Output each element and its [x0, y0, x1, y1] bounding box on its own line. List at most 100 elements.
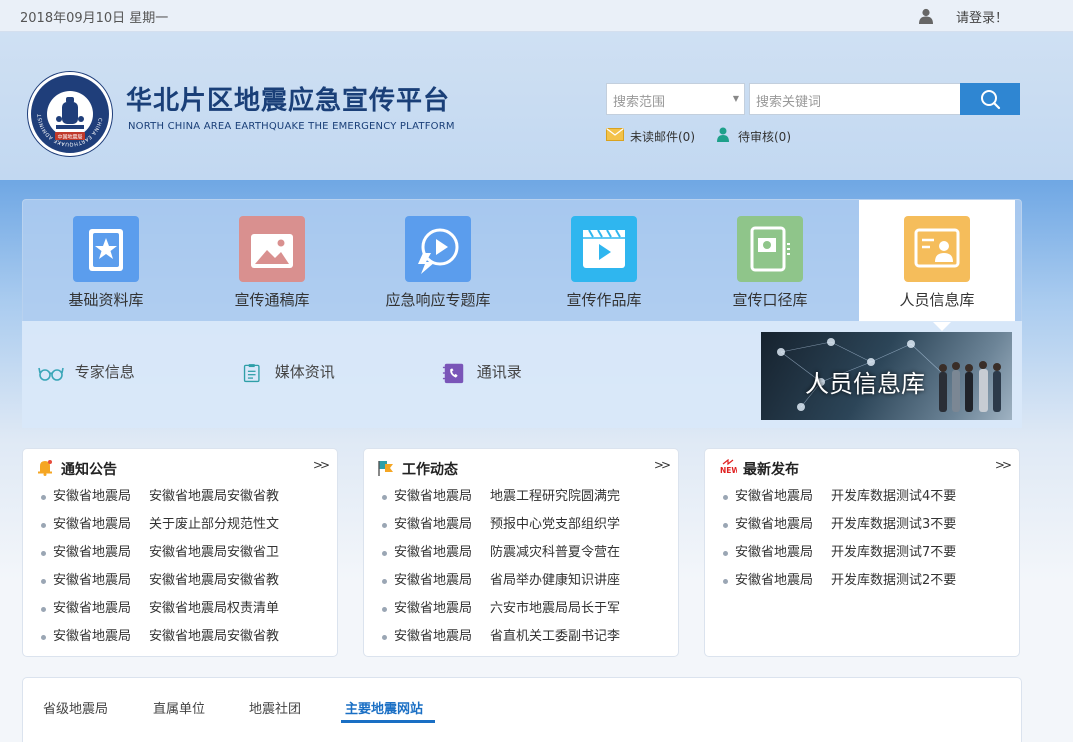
- tab-seismic-societies[interactable]: 地震社团: [249, 698, 301, 717]
- flash-play-icon: [405, 216, 471, 282]
- item-source: 安徽省地震局: [394, 629, 473, 644]
- personnel-banner[interactable]: 人员信息库: [761, 332, 1012, 420]
- item-source: 安徽省地震局: [394, 573, 473, 588]
- item-title: 开发库数据测试4不要: [831, 489, 957, 504]
- item-title: 开发库数据测试7不要: [831, 545, 957, 560]
- banner-title: 人员信息库: [805, 370, 925, 398]
- category-nav: 基础资料库 宣传通稿库 应急响应专题库 宣传作品库 宣传口径库 人员信息库: [22, 199, 1022, 331]
- tab-provincial-bureaus[interactable]: 省级地震局: [43, 698, 108, 717]
- site-title: 华北片区地震应急宣传平台: [126, 86, 451, 116]
- card-title: 工作动态: [402, 462, 458, 478]
- item-title: 安徽省地震局权责清单: [149, 601, 280, 616]
- list-item[interactable]: 安徽省地震局 开发库数据测试3不要: [705, 515, 1019, 543]
- item-source: 安徽省地震局: [735, 545, 814, 560]
- item-source: 安徽省地震局: [53, 629, 132, 644]
- new-badge-text: NEW: [720, 466, 737, 475]
- active-tab-indicator: [341, 720, 435, 723]
- site-subtitle: NORTH CHINA AREA EARTHQUAKE THE EMERGENC…: [128, 121, 455, 132]
- list-item[interactable]: 安徽省地震局 安徽省地震局安徽省教: [23, 487, 337, 515]
- list-item[interactable]: 安徽省地震局 开发库数据测试4不要: [705, 487, 1019, 515]
- card-title: 最新发布: [743, 462, 799, 478]
- phone-book-icon: [442, 363, 464, 383]
- list-item[interactable]: 安徽省地震局 开发库数据测试2不要: [705, 571, 1019, 599]
- more-link[interactable]: >>: [313, 458, 330, 472]
- subnav-contacts[interactable]: 通讯录: [442, 361, 522, 384]
- book-star-icon: [73, 216, 139, 282]
- item-source: 安徽省地震局: [394, 517, 473, 532]
- list-item[interactable]: 安徽省地震局 省直机关工委副书记李: [364, 627, 678, 655]
- list-item[interactable]: 安徽省地震局 地震工程研究院圆满完: [364, 487, 678, 515]
- pending-audit-link[interactable]: 待审核(0): [738, 128, 791, 145]
- item-title: 开发库数据测试2不要: [831, 573, 957, 588]
- category-personnel[interactable]: 人员信息库: [859, 200, 1015, 331]
- list-item[interactable]: 安徽省地震局 六安市地震局局长于军: [364, 599, 678, 627]
- top-bar: 2018年09月10日 星期一 请登录！: [0, 0, 1073, 32]
- subnav-expert-info[interactable]: 专家信息: [38, 361, 135, 384]
- subnav-label: 媒体资讯: [274, 363, 335, 381]
- more-link[interactable]: >>: [654, 458, 671, 472]
- category-label: 基础资料库: [68, 291, 144, 309]
- person-card-icon: [904, 216, 970, 282]
- login-link[interactable]: 请登录！: [956, 7, 1008, 26]
- item-source: 安徽省地震局: [735, 573, 814, 588]
- search-input-placeholder: 搜索关键词: [756, 95, 822, 110]
- tab-main-websites[interactable]: 主要地震网站: [345, 698, 423, 717]
- list-item[interactable]: 安徽省地震局 安徽省地震局安徽省教: [23, 627, 337, 655]
- search-input[interactable]: 搜索关键词: [749, 83, 961, 115]
- logo-bottom-text: 中国地震局: [57, 134, 82, 141]
- item-source: 安徽省地震局: [53, 517, 132, 532]
- category-works[interactable]: 宣传作品库: [521, 200, 687, 322]
- item-title: 防震减灾科普夏令营在: [490, 545, 621, 560]
- search-icon: [981, 90, 1001, 110]
- mail-icon: [606, 128, 624, 141]
- item-source: 安徽省地震局: [394, 545, 473, 560]
- flag-icon: [378, 461, 393, 476]
- new-badge-icon: NEW: [720, 459, 737, 475]
- unread-mail-link[interactable]: 未读邮件(0): [630, 128, 695, 145]
- list-item[interactable]: 安徽省地震局 防震减灾科普夏令营在: [364, 543, 678, 571]
- category-label: 宣传作品库: [566, 291, 642, 309]
- id-panel-icon: [737, 216, 803, 282]
- list-item[interactable]: 安徽省地震局 安徽省地震局权责清单: [23, 599, 337, 627]
- search-scope-placeholder: 搜索范围: [613, 95, 666, 110]
- list-item[interactable]: 安徽省地震局 开发库数据测试7不要: [705, 543, 1019, 571]
- work-news-card: 工作动态 >> 安徽省地震局 地震工程研究院圆满完 安徽省地震局 预报中心党支部组织…: [363, 448, 679, 657]
- category-label: 宣传通稿库: [234, 291, 310, 309]
- item-source: 安徽省地震局: [735, 489, 814, 504]
- list-item[interactable]: 安徽省地震局 关于废止部分规范性文: [23, 515, 337, 543]
- link-tabs-panel: 省级地震局 直属单位 地震社团 主要地震网站: [22, 677, 1022, 742]
- subnav-media-news[interactable]: 媒体资讯: [242, 361, 335, 384]
- clipboard-icon: [243, 363, 260, 382]
- category-caliber[interactable]: 宣传口径库: [687, 200, 853, 322]
- item-title: 关于废止部分规范性文: [149, 517, 280, 532]
- cea-logo[interactable]: CHINA EARTHQUAKE ADMINISTRATION 中国地震局: [28, 71, 112, 156]
- item-source: 安徽省地震局: [394, 601, 473, 616]
- item-source: 安徽省地震局: [53, 489, 132, 504]
- subnav-label: 通讯录: [476, 363, 522, 381]
- category-emergency-topic[interactable]: 应急响应专题库: [355, 200, 521, 322]
- item-source: 安徽省地震局: [53, 601, 132, 616]
- list-item[interactable]: 安徽省地震局 安徽省地震局安徽省教: [23, 571, 337, 599]
- list-item[interactable]: 安徽省地震局 安徽省地震局安徽省卫: [23, 543, 337, 571]
- item-title: 安徽省地震局安徽省卫: [149, 545, 280, 560]
- list-item[interactable]: 安徽省地震局 省局举办健康知识讲座: [364, 571, 678, 599]
- search-scope-select[interactable]: 搜索范围 ▼: [606, 83, 745, 115]
- search-button[interactable]: [960, 83, 1020, 115]
- list-item[interactable]: 安徽省地震局 预报中心党支部组织学: [364, 515, 678, 543]
- more-link[interactable]: >>: [995, 458, 1012, 472]
- category-basic-data[interactable]: 基础资料库: [23, 200, 189, 322]
- item-source: 安徽省地震局: [53, 545, 132, 560]
- item-title: 安徽省地震局安徽省教: [149, 629, 280, 644]
- category-label: 应急响应专题库: [385, 291, 491, 309]
- item-title: 省局举办健康知识讲座: [490, 573, 621, 588]
- item-title: 省直机关工委副书记李: [490, 629, 621, 644]
- user-icon: [919, 8, 933, 24]
- notice-card: 通知公告 >> 安徽省地震局 安徽省地震局安徽省教 安徽省地震局 关于废止部分规范性…: [22, 448, 338, 657]
- chevron-down-icon: ▼: [732, 94, 739, 103]
- video-play-icon: [571, 216, 637, 282]
- current-date: 2018年09月10日 星期一: [20, 11, 169, 26]
- tab-affiliated-units[interactable]: 直属单位: [153, 698, 205, 717]
- bell-icon: [38, 460, 52, 476]
- category-label: 人员信息库: [899, 291, 975, 309]
- category-press-release[interactable]: 宣传通稿库: [189, 200, 355, 322]
